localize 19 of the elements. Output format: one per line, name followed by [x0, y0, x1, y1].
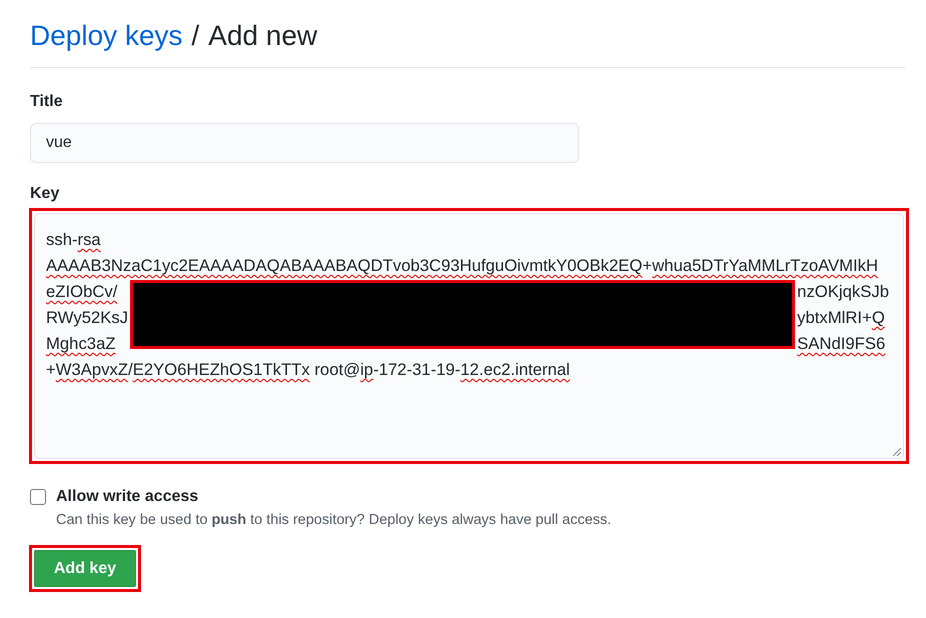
- title-input[interactable]: vue: [30, 123, 579, 163]
- key-text: ssh-rsa: [46, 229, 101, 251]
- checkbox[interactable]: [30, 489, 46, 505]
- help-text: Can this key be used to push to this repository? Deploy keys always have pull access.: [56, 511, 612, 529]
- key-text: Mghc3aZ: [46, 333, 116, 355]
- field-label: Key: [30, 184, 60, 204]
- key-text: +W3ApvxZ/E2YO6HEZhOS1TkTTx root@ip-172-31-19-12.ec2.internal: [46, 359, 570, 381]
- page-title: Add new: [208, 19, 318, 53]
- key-text: RWy52KsJ: [46, 307, 128, 329]
- key-text: SANdI9FS6: [797, 333, 886, 355]
- resize-handle-icon[interactable]: [892, 447, 901, 456]
- breadcrumb-separator: /: [192, 19, 200, 53]
- field-label: Title: [30, 92, 63, 112]
- breadcrumb-link[interactable]: Deploy keys: [30, 14, 183, 58]
- key-text: eZIObCv/: [46, 281, 118, 303]
- key-text: ybtxMlRI+Q: [797, 307, 885, 329]
- checkbox-label[interactable]: Allow write access: [56, 487, 198, 507]
- key-text: nzOKjqkSJb: [797, 281, 889, 303]
- key-text: AAAAB3NzaC1yc2EAAAADAQABAAABAQDTvob3C93HufguOivmtkY0OBk2EQ+whua5DTrYaMMLrTzoAVMIkH: [46, 255, 878, 277]
